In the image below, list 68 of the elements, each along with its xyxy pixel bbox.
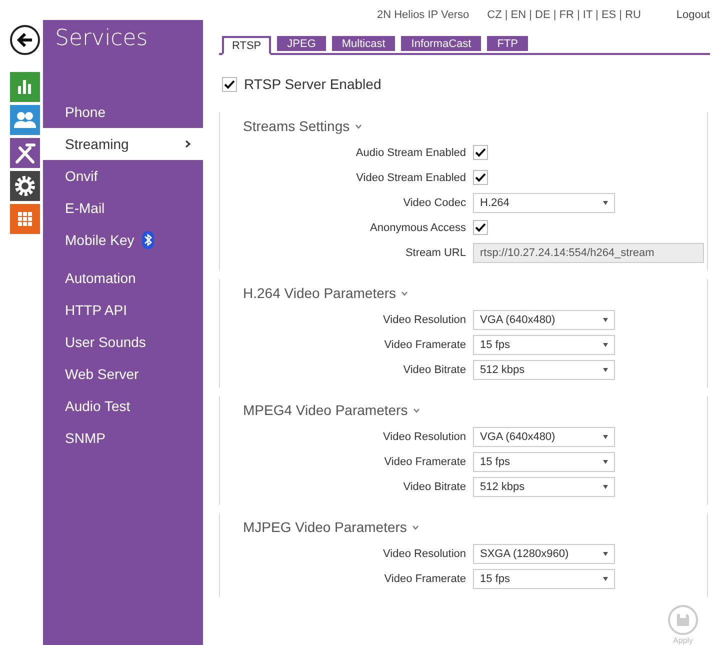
logout-link[interactable]: Logout xyxy=(676,8,710,21)
dropdown[interactable]: 15 fps xyxy=(473,568,615,589)
field-label: Video Bitrate xyxy=(402,480,466,493)
checkbox-label: RTSP Server Enabled xyxy=(244,76,382,92)
field-label: Video Bitrate xyxy=(402,364,466,376)
arrow-left-icon xyxy=(17,33,33,47)
caret-icon xyxy=(603,342,608,347)
field-label: Audio Stream Enabled xyxy=(354,146,466,159)
field-label: Video Codec xyxy=(402,196,466,209)
dropdown[interactable]: 15 fps xyxy=(473,334,615,355)
tab[interactable]: FTP xyxy=(487,36,528,52)
tab[interactable]: JPEG xyxy=(277,36,326,52)
users-icon[interactable] xyxy=(10,105,40,135)
settings-icon[interactable] xyxy=(10,171,40,201)
dropdown[interactable]: 512 kbps xyxy=(473,360,615,380)
sidebar-item[interactable]: Streaming xyxy=(43,128,203,160)
caret-icon xyxy=(603,200,608,205)
caret-icon xyxy=(603,368,608,372)
section-title[interactable]: MJPEG Video Parameters xyxy=(243,519,407,536)
checkbox[interactable] xyxy=(222,76,237,92)
caret-icon xyxy=(603,318,608,322)
bluetooth-icon xyxy=(142,231,154,249)
sidebar-item[interactable]: E-Mail xyxy=(43,192,203,224)
dropdown[interactable]: VGA (640x480) xyxy=(473,426,615,447)
field-label: Video Framerate xyxy=(383,456,466,468)
dropdown[interactable]: VGA (640x480) xyxy=(473,310,615,330)
field-label: Stream URL xyxy=(404,246,466,259)
sidebar-title: Services xyxy=(54,25,149,53)
bar-chart-icon[interactable] xyxy=(10,72,40,102)
tab[interactable]: InformaCast xyxy=(401,36,482,52)
back-button[interactable] xyxy=(10,25,40,55)
sidebar-item[interactable]: Web Server xyxy=(43,358,203,390)
sidebar-item[interactable]: SNMP xyxy=(43,422,203,454)
section-title[interactable]: H.264 Video Parameters xyxy=(243,285,396,302)
field-label: Video Resolution xyxy=(382,548,466,560)
device-name: 2N Helios IP Verso xyxy=(377,8,470,21)
section-title[interactable]: MPEG4 Video Parameters xyxy=(243,402,408,418)
checkbox[interactable] xyxy=(473,170,488,186)
apply-label: Apply xyxy=(672,636,693,645)
tab[interactable]: Multicast xyxy=(332,36,396,52)
tab[interactable]: RTSP xyxy=(222,36,272,56)
caret-icon xyxy=(603,434,608,439)
caret-icon xyxy=(603,552,608,556)
field-label: Video Framerate xyxy=(383,572,466,585)
sidebar-item[interactable]: Phone xyxy=(43,96,203,128)
checkbox[interactable] xyxy=(473,145,488,160)
caret-icon xyxy=(603,460,608,464)
field-label: Video Framerate xyxy=(383,338,466,351)
section-title[interactable]: Streams Settings xyxy=(243,118,350,134)
language-links[interactable]: CZ | EN | DE | FR | IT | ES | RU xyxy=(487,8,641,21)
field-label: Video Resolution xyxy=(382,314,466,326)
sidebar-item[interactable]: HTTP API xyxy=(43,294,203,326)
field-label: Video Resolution xyxy=(382,430,466,443)
dropdown[interactable]: SXGA (1280x960) xyxy=(473,544,615,564)
checkbox[interactable] xyxy=(473,220,488,236)
dropdown[interactable]: 512 kbps xyxy=(473,476,615,497)
sidebar-item[interactable]: Mobile Key xyxy=(43,224,203,256)
dropdown[interactable]: H.264 xyxy=(473,192,615,213)
caret-icon xyxy=(603,484,608,489)
sidebar-item[interactable]: Audio Test xyxy=(43,390,203,422)
field-label: Video Stream Enabled xyxy=(355,172,466,184)
sidebar-item[interactable]: Automation xyxy=(43,262,203,294)
sidebar-item[interactable]: User Sounds xyxy=(43,326,203,358)
dropdown[interactable]: 15 fps xyxy=(473,452,615,472)
caret-icon xyxy=(603,576,608,581)
chevron-right-icon xyxy=(185,140,191,148)
sidebar-item[interactable]: Onvif xyxy=(43,160,203,192)
field-label: Anonymous Access xyxy=(369,222,466,234)
